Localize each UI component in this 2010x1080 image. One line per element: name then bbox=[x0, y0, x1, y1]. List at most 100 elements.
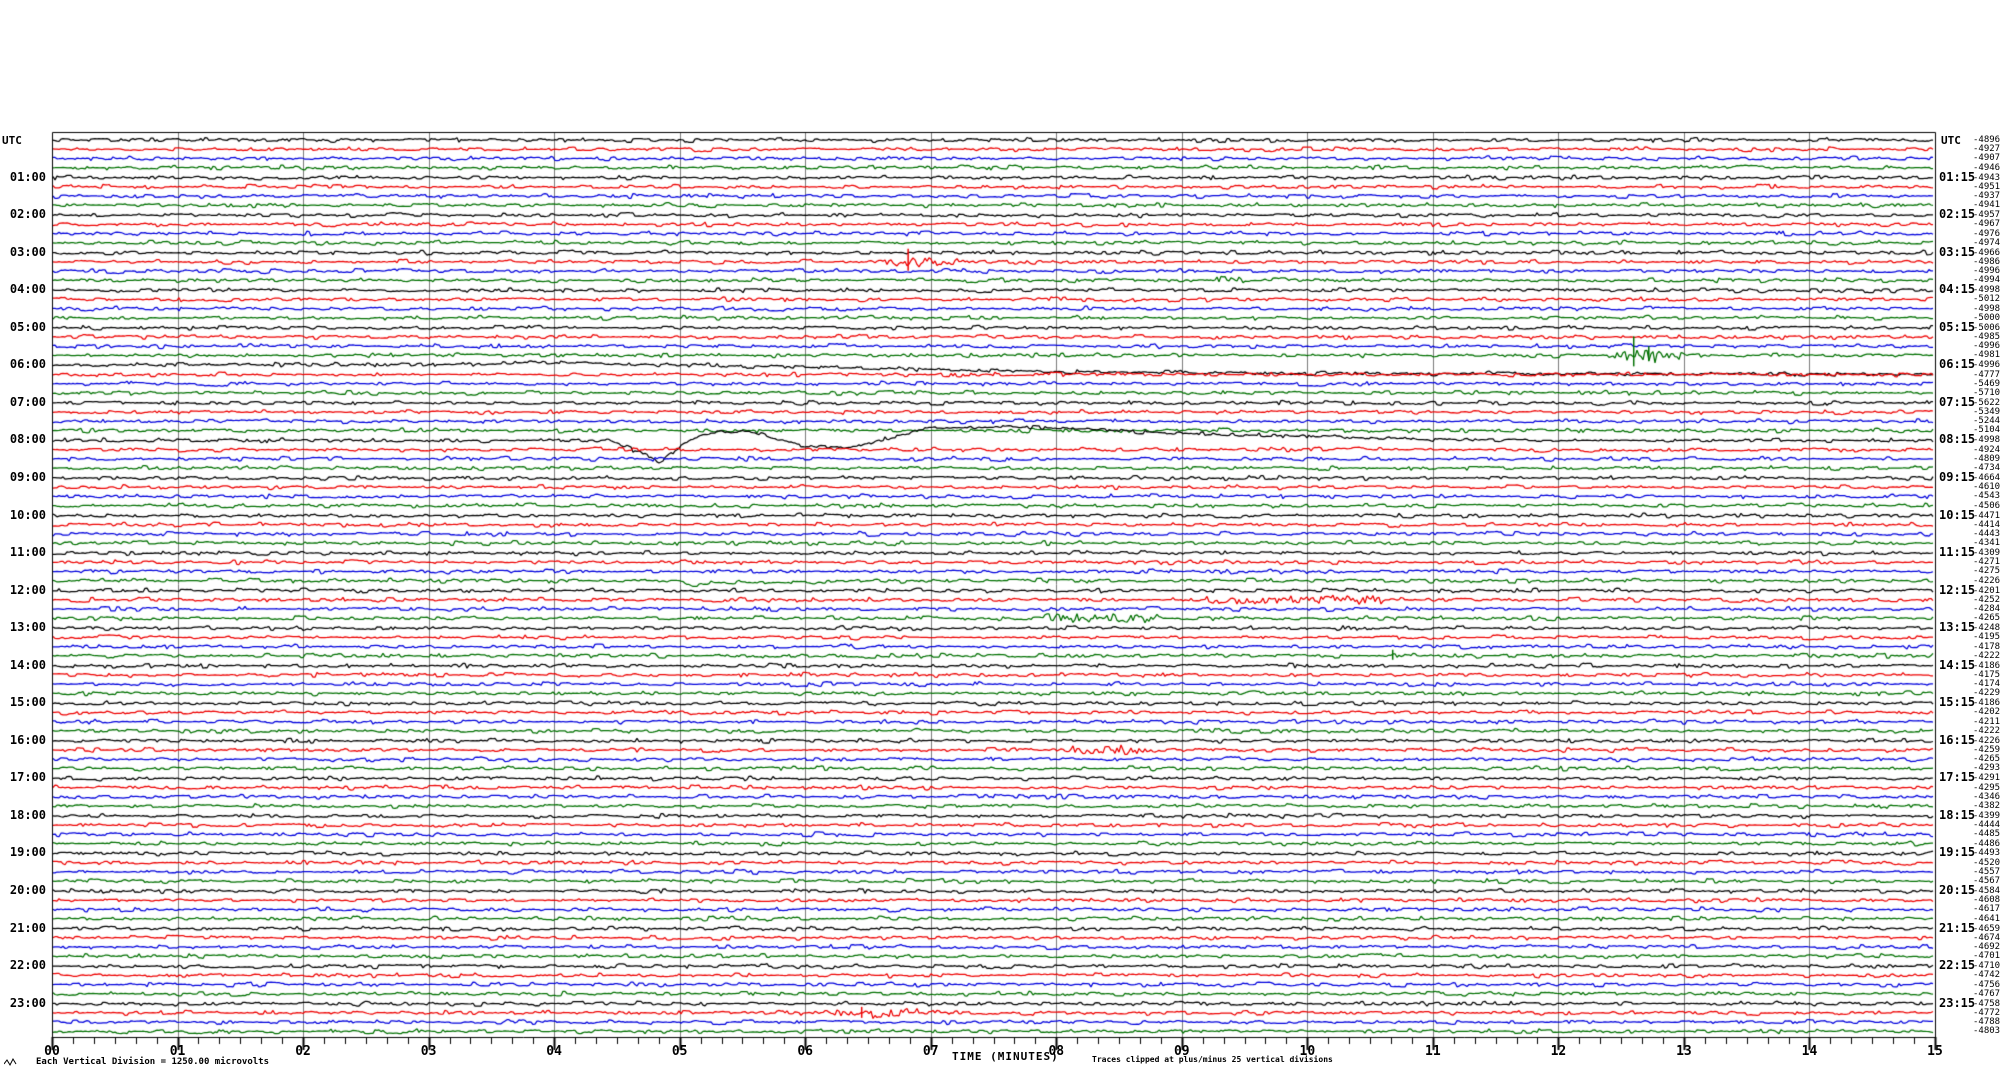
hour-label-right: 21:15 bbox=[1939, 920, 1976, 935]
trace-offset-value: -4974 bbox=[1973, 237, 2001, 248]
trace-offset-value: -4742 bbox=[1973, 970, 2001, 981]
clip-note: Traces clipped at plus/minus 25 vertical… bbox=[1092, 1055, 1333, 1064]
trace-offset-value: -4293 bbox=[1973, 763, 2001, 774]
x-axis-label: 04 bbox=[546, 1044, 562, 1059]
hour-label-right: 09:15 bbox=[1939, 469, 1976, 484]
x-axis-label: 05 bbox=[671, 1044, 688, 1059]
hour-label-left: 23:00 bbox=[9, 995, 46, 1010]
trace-offset-value: -4195 bbox=[1973, 632, 2001, 643]
x-axis-label: 11 bbox=[1425, 1044, 1441, 1059]
trace-offset-value: -4382 bbox=[1973, 800, 2001, 811]
hour-label-right: 06:15 bbox=[1939, 357, 1976, 372]
utc-label-right: UTC bbox=[1941, 134, 1961, 147]
trace-offset-value: -4946 bbox=[1973, 162, 2001, 173]
hour-label-left: 14:00 bbox=[9, 657, 46, 672]
hour-label-right: 17:15 bbox=[1939, 770, 1976, 785]
hour-label-right: 15:15 bbox=[1939, 695, 1976, 710]
hour-label-left: 18:00 bbox=[9, 807, 46, 822]
hour-label-left: 10:00 bbox=[9, 507, 46, 522]
trace-offset-value: -4567 bbox=[1973, 876, 2001, 887]
trace-offset-value: -4226 bbox=[1973, 575, 2001, 586]
hour-label-left: 21:00 bbox=[9, 920, 46, 935]
x-axis-label: 12 bbox=[1550, 1044, 1567, 1059]
hour-label-right: 22:15 bbox=[1939, 958, 1976, 973]
trace-offset-value: -5000 bbox=[1973, 312, 2001, 323]
trace-offset-value: -4291 bbox=[1973, 773, 2001, 784]
hour-label-left: 09:00 bbox=[9, 469, 46, 484]
trace-offset-value: -4506 bbox=[1973, 500, 2001, 511]
hour-label-left: 01:00 bbox=[9, 169, 46, 184]
hour-label-left: 04:00 bbox=[9, 282, 46, 297]
x-axis-label: 15 bbox=[1927, 1044, 1943, 1059]
trace-offset-value: -5104 bbox=[1973, 425, 2001, 436]
trace-offset-value: -4341 bbox=[1973, 538, 2001, 549]
x-axis-title: TIME (MINUTES) bbox=[952, 1050, 1059, 1063]
hour-label-right: 12:15 bbox=[1939, 582, 1976, 597]
hour-label-left: 06:00 bbox=[9, 357, 46, 372]
hour-label-right: 05:15 bbox=[1939, 319, 1976, 334]
hour-label-left: 22:00 bbox=[9, 958, 46, 973]
trace-offset-value: -4641 bbox=[1973, 913, 2001, 924]
trace-offset-value: -4734 bbox=[1973, 463, 2001, 473]
trace-offset-value: -4996 bbox=[1973, 360, 2001, 371]
hour-label-right: 13:15 bbox=[1939, 620, 1976, 635]
trace-offset-value: -4803 bbox=[1973, 1026, 2001, 1037]
hour-label-right: 07:15 bbox=[1939, 394, 1976, 409]
trace-offset-value: -4485 bbox=[1973, 829, 2001, 840]
scale-note: Each Vertical Division = 1250.00 microvo… bbox=[36, 1057, 269, 1067]
hour-label-left: 02:00 bbox=[9, 207, 46, 222]
trace-offset-value: -4222 bbox=[1973, 725, 2001, 736]
seismogram-canvas bbox=[0, 0, 2010, 1080]
hour-label-right: 18:15 bbox=[1939, 807, 1976, 822]
hour-label-left: 16:00 bbox=[9, 732, 46, 747]
hour-label-left: 03:00 bbox=[9, 244, 46, 259]
hour-label-right: 02:15 bbox=[1939, 207, 1976, 222]
hour-label-left: 05:00 bbox=[9, 319, 46, 334]
trace-offset-value: -4967 bbox=[1973, 219, 2001, 230]
hour-label-left: 19:00 bbox=[9, 845, 46, 860]
hour-label-left: 13:00 bbox=[9, 620, 46, 635]
x-axis-label: 08 bbox=[1048, 1044, 1065, 1059]
hour-label-left: 20:00 bbox=[9, 883, 46, 897]
x-axis-label: 07 bbox=[922, 1044, 939, 1059]
x-axis-label: 00 bbox=[44, 1044, 60, 1059]
hour-label-left: 07:00 bbox=[9, 394, 46, 409]
hour-label-right: 23:15 bbox=[1939, 995, 1976, 1010]
hour-label-left: 15:00 bbox=[9, 695, 46, 710]
hour-label-right: 04:15 bbox=[1939, 282, 1976, 297]
x-axis-label: 03 bbox=[420, 1044, 437, 1059]
x-axis-label: 14 bbox=[1801, 1044, 1818, 1059]
trace-offset-value: -4767 bbox=[1973, 988, 2001, 999]
hour-label-right: 14:15 bbox=[1939, 657, 1976, 672]
trace-offset-value: -5710 bbox=[1973, 387, 2001, 398]
trace-offset-value: -4701 bbox=[1973, 951, 2001, 962]
trace-offset-value: -4994 bbox=[1973, 275, 2001, 286]
x-axis-label: 09 bbox=[1173, 1044, 1190, 1059]
hour-label-left: 12:00 bbox=[9, 582, 46, 597]
hour-label-right: 08:15 bbox=[1939, 432, 1976, 447]
trace-offset-value: -4222 bbox=[1973, 650, 2001, 661]
hour-label-right: 11:15 bbox=[1939, 545, 1976, 560]
hour-label-left: 17:00 bbox=[9, 770, 46, 785]
hour-label-right: 16:15 bbox=[1939, 732, 1976, 747]
trace-offset-value: -4265 bbox=[1973, 613, 2001, 624]
trace-offset-value: -4941 bbox=[1973, 200, 2001, 211]
hour-label-right: 20:15 bbox=[1939, 883, 1976, 897]
x-axis-label: 01 bbox=[169, 1044, 186, 1059]
x-axis-label: 13 bbox=[1676, 1044, 1692, 1059]
x-axis-label: 06 bbox=[797, 1044, 814, 1059]
utc-label-left: UTC bbox=[2, 134, 22, 147]
trace-offset-value: -4229 bbox=[1973, 688, 2001, 699]
hour-label-left: 11:00 bbox=[9, 545, 46, 560]
x-axis-label: 10 bbox=[1299, 1044, 1316, 1059]
trace-offset-value: -4486 bbox=[1973, 838, 2001, 849]
hour-label-right: 10:15 bbox=[1939, 507, 1976, 522]
hour-label-right: 19:15 bbox=[1939, 845, 1976, 860]
helicorder-page: P S L atras eismology ab Mar10,2026 PLEV… bbox=[0, 0, 2010, 1080]
trace-offset-value: -4981 bbox=[1973, 350, 2001, 361]
x-axis-label: 02 bbox=[295, 1044, 311, 1059]
trace-offset-value: -4543 bbox=[1973, 491, 2001, 502]
hour-label-left: 08:00 bbox=[9, 432, 46, 447]
hour-label-right: 01:15 bbox=[1939, 169, 1976, 184]
scale-marker-icon bbox=[4, 1057, 17, 1067]
